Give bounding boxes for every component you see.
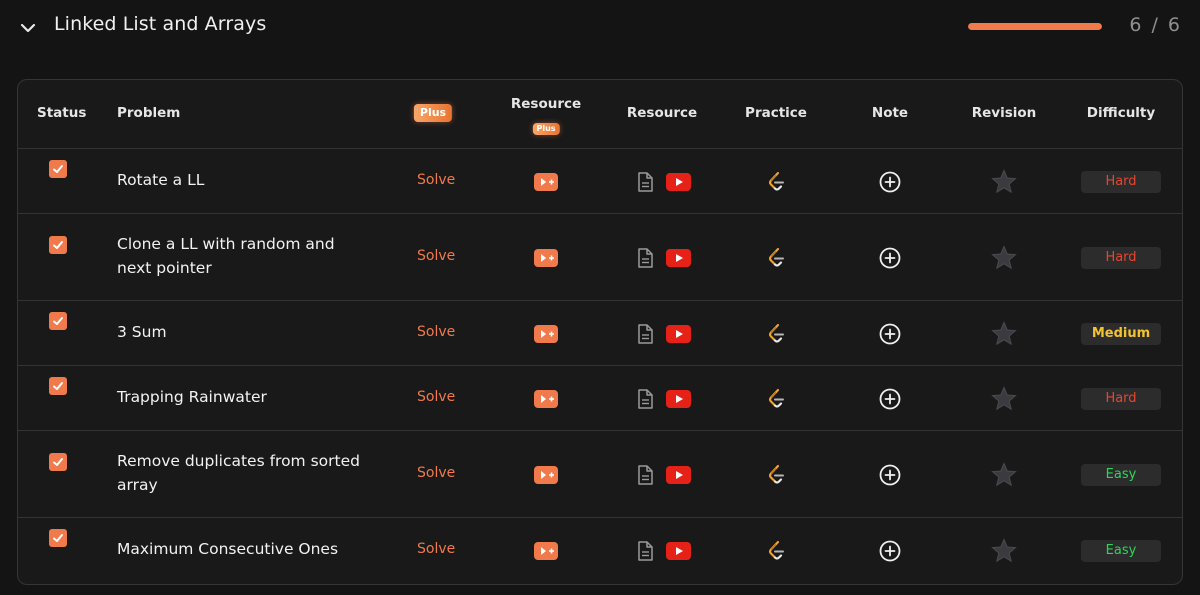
video-plus-icon[interactable]	[534, 541, 558, 560]
article-icon[interactable]	[637, 247, 653, 268]
checkmark-icon	[53, 316, 63, 325]
leetcode-icon[interactable]	[766, 464, 786, 486]
problem-title[interactable]: Trapping Rainwater	[117, 385, 367, 409]
progress-bar	[968, 23, 1102, 30]
chevron-down-icon[interactable]	[19, 19, 37, 37]
status-checkbox[interactable]	[49, 376, 67, 395]
problem-title[interactable]: 3 Sum	[117, 320, 367, 344]
difficulty-badge: Easy	[1081, 463, 1161, 486]
status-checkbox[interactable]	[49, 159, 67, 178]
header-status: Status	[37, 105, 87, 121]
star-icon[interactable]	[991, 245, 1017, 270]
table-header: Status Problem Plus Resource Plus Resour…	[18, 80, 1182, 149]
star-icon[interactable]	[991, 386, 1017, 411]
add-note-icon[interactable]	[879, 464, 901, 486]
article-icon[interactable]	[637, 464, 653, 485]
status-checkbox[interactable]	[49, 311, 67, 330]
checkmark-icon	[53, 457, 63, 466]
youtube-icon[interactable]	[666, 465, 691, 484]
youtube-icon[interactable]	[666, 172, 691, 191]
problem-title[interactable]: Maximum Consecutive Ones	[117, 537, 367, 561]
youtube-icon[interactable]	[666, 324, 691, 343]
header-resource: Resource	[626, 105, 698, 121]
checkmark-icon	[53, 164, 63, 173]
solve-link[interactable]: Solve	[417, 248, 455, 264]
add-note-icon[interactable]	[879, 247, 901, 269]
leetcode-icon[interactable]	[766, 388, 786, 410]
solve-link[interactable]: Solve	[417, 389, 455, 405]
checkmark-icon	[53, 381, 63, 390]
article-icon[interactable]	[637, 171, 653, 192]
table-row: Rotate a LL Solve Hard	[18, 149, 1182, 214]
star-icon[interactable]	[991, 169, 1017, 194]
youtube-icon[interactable]	[666, 389, 691, 408]
progress-fill	[968, 23, 1102, 30]
status-checkbox[interactable]	[49, 452, 67, 471]
difficulty-badge: Hard	[1081, 246, 1161, 269]
solve-link[interactable]: Solve	[417, 324, 455, 340]
header-practice: Practice	[745, 105, 807, 121]
leetcode-icon[interactable]	[766, 540, 786, 562]
section-header[interactable]: Linked List and Arrays 6 / 6	[0, 0, 1200, 56]
problem-title[interactable]: Remove duplicates from sorted array	[117, 449, 367, 497]
add-note-icon[interactable]	[879, 323, 901, 345]
header-problem: Problem	[117, 105, 181, 121]
header-difficulty: Difficulty	[1086, 105, 1156, 121]
article-icon[interactable]	[637, 540, 653, 561]
table-row: Trapping Rainwater Solve Hard	[18, 366, 1182, 431]
difficulty-badge: Hard	[1081, 387, 1161, 410]
star-icon[interactable]	[991, 538, 1017, 563]
solve-link[interactable]: Solve	[417, 172, 455, 188]
table-row: 3 Sum Solve Medium	[18, 301, 1182, 366]
youtube-icon[interactable]	[666, 541, 691, 560]
status-checkbox[interactable]	[49, 528, 67, 547]
video-plus-icon[interactable]	[534, 248, 558, 267]
progress-count: 6 / 6	[1129, 14, 1182, 36]
problem-title[interactable]: Clone a LL with random and next pointer	[117, 232, 367, 280]
problems-table: Status Problem Plus Resource Plus Resour…	[17, 79, 1183, 585]
article-icon[interactable]	[637, 388, 653, 409]
table-row: Remove duplicates from sorted array Solv…	[18, 431, 1182, 518]
header-plus: Plus	[413, 104, 453, 122]
add-note-icon[interactable]	[879, 171, 901, 193]
video-plus-icon[interactable]	[534, 389, 558, 408]
video-plus-icon[interactable]	[534, 172, 558, 191]
difficulty-badge: Medium	[1081, 322, 1161, 345]
leetcode-icon[interactable]	[766, 247, 786, 269]
header-resource-plus: Resource Plus	[511, 96, 581, 135]
star-icon[interactable]	[991, 462, 1017, 487]
difficulty-badge: Easy	[1081, 539, 1161, 562]
solve-link[interactable]: Solve	[417, 541, 455, 557]
checkmark-icon	[53, 533, 63, 542]
video-plus-icon[interactable]	[534, 465, 558, 484]
article-icon[interactable]	[637, 323, 653, 344]
add-note-icon[interactable]	[879, 540, 901, 562]
checkmark-icon	[53, 240, 63, 249]
plus-badge: Plus	[413, 104, 453, 122]
plus-badge-small: Plus	[532, 123, 560, 135]
youtube-icon[interactable]	[666, 248, 691, 267]
header-resource-plus-label: Resource	[510, 96, 582, 112]
star-icon[interactable]	[991, 321, 1017, 346]
difficulty-badge: Hard	[1081, 170, 1161, 193]
table-row: Clone a LL with random and next pointer …	[18, 214, 1182, 301]
problem-title[interactable]: Rotate a LL	[117, 168, 367, 192]
header-note: Note	[871, 105, 909, 121]
table-row: Maximum Consecutive Ones Solve Easy	[18, 518, 1182, 582]
section-title: Linked List and Arrays	[54, 13, 267, 35]
header-revision: Revision	[971, 105, 1037, 121]
leetcode-icon[interactable]	[766, 323, 786, 345]
status-checkbox[interactable]	[49, 235, 67, 254]
solve-link[interactable]: Solve	[417, 465, 455, 481]
leetcode-icon[interactable]	[766, 171, 786, 193]
video-plus-icon[interactable]	[534, 324, 558, 343]
add-note-icon[interactable]	[879, 388, 901, 410]
